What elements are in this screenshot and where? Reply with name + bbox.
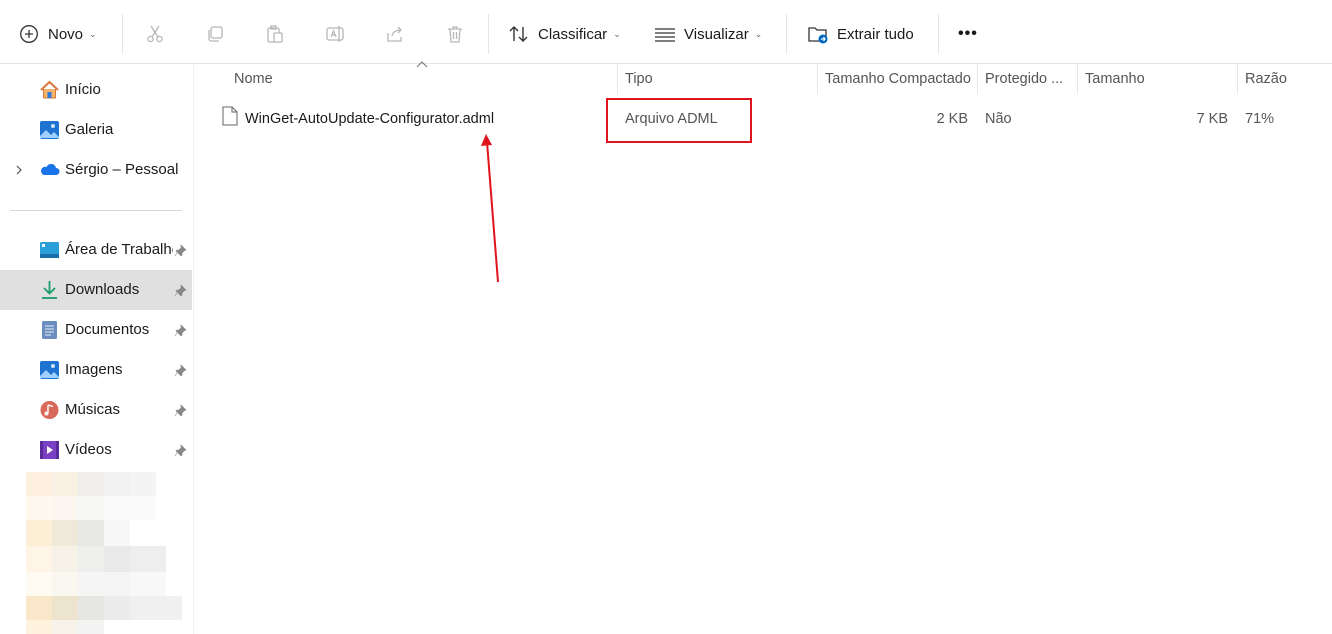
sidebar-divider xyxy=(10,210,182,211)
clipboard-icon xyxy=(264,23,286,45)
pin-icon[interactable] xyxy=(174,444,187,457)
chevron-right-icon[interactable] xyxy=(13,163,25,175)
pin-icon[interactable] xyxy=(174,404,187,417)
sidebar-item-label: Downloads xyxy=(65,281,140,298)
column-header-ratio[interactable]: Razão xyxy=(1245,64,1325,94)
sidebar-item-documents[interactable]: Documentos xyxy=(0,310,192,350)
cut-button[interactable] xyxy=(144,14,166,54)
document-icon xyxy=(39,320,60,340)
column-header-size[interactable]: Tamanho xyxy=(1085,64,1235,94)
sidebar-item-label: Início xyxy=(65,81,101,98)
sidebar-item-music[interactable]: Músicas xyxy=(0,390,192,430)
view-lines-icon xyxy=(654,23,676,45)
scissors-icon xyxy=(144,23,166,45)
paste-button[interactable] xyxy=(264,14,286,54)
column-divider[interactable] xyxy=(617,64,618,94)
desktop-icon xyxy=(39,240,60,260)
share-icon xyxy=(384,23,406,45)
file-size: 7 KB xyxy=(1196,111,1228,127)
rename-button[interactable] xyxy=(324,14,346,54)
column-header-label: Razão xyxy=(1245,71,1287,87)
pin-icon[interactable] xyxy=(174,284,187,297)
pin-icon[interactable] xyxy=(174,364,187,377)
chevron-down-icon: ⌄ xyxy=(89,28,97,39)
toolbar-divider xyxy=(488,14,489,54)
sidebar-item-label: Documentos xyxy=(65,321,150,338)
more-icon: ••• xyxy=(958,25,978,42)
video-icon xyxy=(39,440,60,460)
column-header-label: Nome xyxy=(234,71,273,87)
column-divider[interactable] xyxy=(1237,64,1238,94)
sort-button[interactable]: Classificar ⌄ xyxy=(508,14,621,54)
sidebar-item-label: Área de Trabalho xyxy=(65,241,173,258)
copy-icon xyxy=(204,23,226,45)
extract-all-button[interactable]: Extrair tudo xyxy=(807,14,914,54)
home-icon xyxy=(39,80,60,100)
extract-all-label: Extrair tudo xyxy=(837,25,914,43)
sidebar-item-downloads[interactable]: Downloads xyxy=(0,270,192,310)
view-label: Visualizar xyxy=(684,25,749,43)
file-protected: Não xyxy=(985,111,1012,127)
pin-icon[interactable] xyxy=(174,324,187,337)
folder-extract-icon xyxy=(807,23,829,45)
sort-label: Classificar xyxy=(538,25,608,43)
column-divider[interactable] xyxy=(977,64,978,94)
sidebar-item-label: Músicas xyxy=(65,401,121,418)
column-header-name[interactable]: Nome xyxy=(234,64,614,94)
sidebar-item-pictures[interactable]: Imagens xyxy=(0,350,192,390)
file-compressed-size: 2 KB xyxy=(936,111,968,127)
chevron-down-icon: ⌄ xyxy=(613,28,621,39)
command-bar: Novo ⌄ Classificar ⌄ Visualizar ⌄ Extrai… xyxy=(0,0,1332,64)
new-button[interactable]: Novo ⌄ xyxy=(18,14,97,54)
file-icon xyxy=(222,106,238,126)
pictures-icon xyxy=(39,360,60,380)
file-ratio: 71% xyxy=(1245,111,1275,127)
plus-circle-icon xyxy=(18,23,40,45)
column-header-type[interactable]: Tipo xyxy=(625,64,815,94)
chevron-down-icon: ⌄ xyxy=(754,28,763,39)
share-button[interactable] xyxy=(384,14,406,54)
sidebar-item-label: Imagens xyxy=(65,361,123,378)
copy-button[interactable] xyxy=(204,14,226,54)
pixelated-region xyxy=(26,472,186,634)
trash-icon xyxy=(444,23,466,45)
rename-icon xyxy=(324,23,346,45)
sort-icon xyxy=(508,23,530,45)
toolbar-divider xyxy=(938,14,939,54)
delete-button[interactable] xyxy=(444,14,466,54)
toolbar-divider xyxy=(122,14,123,54)
pin-icon[interactable] xyxy=(174,244,187,257)
music-icon xyxy=(39,400,60,420)
gallery-icon xyxy=(39,120,60,140)
onedrive-cloud-icon xyxy=(39,160,60,180)
more-options-button[interactable]: ••• xyxy=(958,14,978,54)
new-label: Novo xyxy=(48,25,84,43)
navigation-pane: Início Galeria Sérgio – Pessoal Área de … xyxy=(0,64,194,634)
sidebar-item-desktop[interactable]: Área de Trabalho xyxy=(0,230,192,270)
view-button[interactable]: Visualizar ⌄ xyxy=(654,14,762,54)
sidebar-item-label: Sérgio – Pessoal xyxy=(65,161,179,178)
column-header-label: Tamanho Compactado xyxy=(825,71,971,87)
column-header-label: Protegido ... xyxy=(985,71,1064,87)
sidebar-item-home[interactable]: Início xyxy=(0,70,192,110)
column-header-label: Tamanho xyxy=(1085,71,1145,87)
sidebar-item-label: Vídeos xyxy=(65,441,112,458)
column-header-label: Tipo xyxy=(625,71,653,87)
column-header-compressed-size[interactable]: Tamanho Compactado xyxy=(825,64,975,94)
sidebar-item-videos[interactable]: Vídeos xyxy=(0,430,192,470)
sidebar-item-gallery[interactable]: Galeria xyxy=(0,110,192,150)
column-divider[interactable] xyxy=(1077,64,1078,94)
file-name[interactable]: WinGet-AutoUpdate-Configurator.adml xyxy=(245,108,605,130)
toolbar-divider xyxy=(786,14,787,54)
sidebar-item-onedrive[interactable]: Sérgio – Pessoal xyxy=(0,150,192,190)
download-icon xyxy=(39,280,60,300)
sidebar-item-label: Galeria xyxy=(65,121,114,138)
red-arrow-annotation xyxy=(481,134,499,283)
column-divider[interactable] xyxy=(817,64,818,94)
column-header-protected[interactable]: Protegido ... xyxy=(985,64,1075,94)
highlight-box xyxy=(606,98,752,143)
